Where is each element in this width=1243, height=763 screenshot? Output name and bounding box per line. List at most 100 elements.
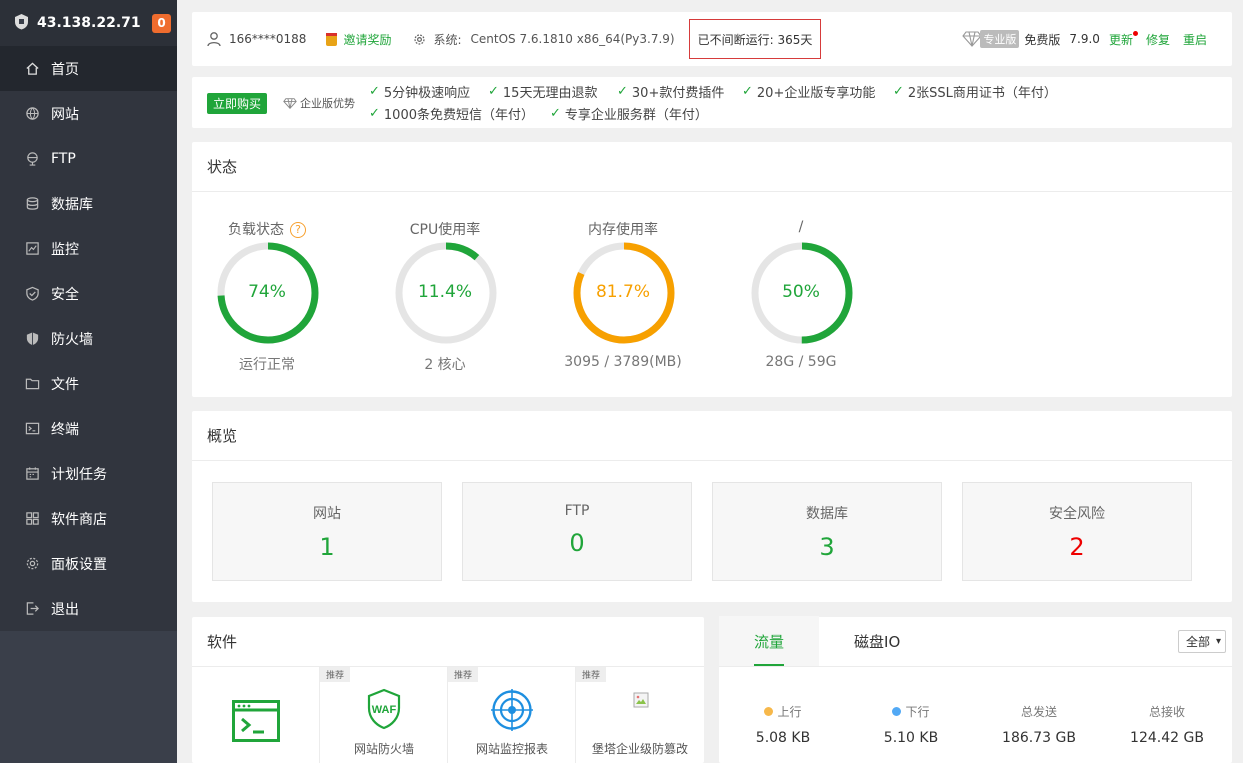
sidebar-menu: 首页 网站 FTP 数据库 监控 安全 防火墙 文件 终端 计划任务 软件商店 … [0,46,177,631]
ftp-icon [24,151,40,167]
invite-reward-link[interactable]: 邀请奖励 [326,31,391,48]
gauge-value: 81.7% [595,282,650,302]
sidebar-item-website[interactable]: 网站 [0,91,177,136]
software-item-waf[interactable]: 推荐 WAF 网站防火墙 [320,667,448,763]
stat-label: 下行 [847,703,975,720]
tab-disk-io[interactable]: 磁盘IO [819,616,935,666]
sidebar-item-logout[interactable]: 退出 [0,586,177,631]
overview-security-risks[interactable]: 安全风险 2 [962,482,1192,581]
logout-icon [24,601,40,617]
home-icon [24,61,40,77]
invite-label: 邀请奖励 [343,32,392,47]
sidebar-item-label: 防火墙 [51,331,93,348]
sidebar-item-firewall[interactable]: 防火墙 [0,316,177,361]
update-label: 更新 [1108,32,1133,47]
gauge-subtitle: 运行正常 [239,357,295,373]
user-icon [207,32,221,47]
system-value: CentOS 7.6.1810 x86_64(Py3.7.9) [470,32,675,46]
firewall-shield-icon [24,331,40,347]
feature-item: ✓ 专享企业服务群（年付） [550,104,708,123]
system-info: 系统: CentOS 7.6.1810 x86_64(Py3.7.9) [413,31,675,48]
restart-link[interactable]: 重启 [1183,31,1207,48]
sidebar-item-settings[interactable]: 面板设置 [0,541,177,586]
sidebar-header: 43.138.22.71 0 [0,0,177,46]
select-value: 全部 [1185,635,1210,649]
check-icon: ✓ [488,84,499,99]
sidebar-item-database[interactable]: 数据库 [0,181,177,226]
sidebar-item-label: 终端 [51,421,79,438]
check-icon: ✓ [893,84,904,99]
gauge-value: 74% [248,282,286,302]
sidebar-item-home[interactable]: 首页 [0,46,177,91]
stat-label-text: 下行 [905,705,930,719]
gauge-subtitle: 3095 / 3789(MB) [564,354,682,370]
repair-link[interactable]: 修复 [1146,31,1170,48]
pro-edition-tag[interactable]: 专业版 [962,30,1020,48]
upload-dot [764,707,774,716]
feature-label: 5分钟极速响应 [383,86,471,101]
traffic-card: 流量 磁盘IO 全部 ▾ 上行 5.08 KB 下行 5.10 KB 总发送 18… [719,616,1232,763]
feature-item: ✓ 2张SSL商用证书（年付） [893,82,1057,101]
overview-label: FTP [564,503,590,519]
recommend-tag: 推荐 [448,667,479,682]
feature-label: 20+企业版专享功能 [756,86,876,101]
feature-item: ✓ 5分钟极速响应 [369,82,470,101]
gear-icon [24,556,40,572]
sidebar-item-store[interactable]: 软件商店 [0,496,177,541]
waf-shield-icon: WAF [367,688,401,730]
gauge-subtitle: 28G / 59G [765,354,837,370]
software-item-terminal[interactable] [192,667,320,763]
feature-label: 30+款付费插件 [631,86,725,101]
system-label: 系统: [433,32,462,47]
feature-label: 15天无理由退款 [502,86,598,101]
sidebar-item-cron[interactable]: 计划任务 [0,451,177,496]
gift-icon [326,32,338,46]
check-icon: ✓ [742,84,753,99]
sidebar-item-files[interactable]: 文件 [0,361,177,406]
check-icon: ✓ [369,84,380,99]
notification-badge[interactable]: 0 [152,13,171,33]
sidebar-item-ftp[interactable]: FTP [0,136,177,181]
software-item-monitor-report[interactable]: 推荐 网站监控报表 [448,667,576,763]
sidebar-item-terminal[interactable]: 终端 [0,406,177,451]
interface-select[interactable]: 全部 ▾ [1177,630,1226,653]
overview-websites[interactable]: 网站 1 [212,482,442,581]
radar-target-icon [491,689,533,731]
feature-label: 专享企业服务群（年付） [564,108,708,123]
total-received-stat: 总接收 124.42 GB [1103,703,1231,746]
feature-label: 1000条免费短信（年付） [383,108,534,123]
software-name: 网站防火墙 [353,742,414,756]
buy-now-button[interactable]: 立即购买 [207,93,268,114]
overview-ftp[interactable]: FTP 0 [462,482,692,581]
software-card: 软件 推荐 WAF 网站防火墙 推荐 网站监控报表 推荐 堡塔企业级防篡改 [192,617,704,763]
upload-stat: 上行 5.08 KB [719,703,847,746]
traffic-tabs: 流量 磁盘IO 全部 ▾ [719,616,1232,667]
sidebar-item-label: 文件 [51,376,79,393]
software-item-tamper-proof[interactable]: 推荐 堡塔企业级防篡改 [576,667,704,763]
sidebar-item-label: 面板设置 [51,556,107,573]
calendar-icon [24,466,40,482]
download-dot [892,707,902,716]
server-logo-icon [13,13,30,34]
folder-icon [24,376,40,392]
download-stat: 下行 5.10 KB [847,703,975,746]
check-icon: ✓ [550,106,561,121]
version-controls: 专业版 免费版 7.9.0 更新 修复 重启 [962,30,1207,48]
terminal-icon [24,421,40,437]
overview-count: 0 [569,529,585,557]
help-icon[interactable]: ? [290,221,306,238]
diamond-icon [962,31,983,47]
user-account[interactable]: 166****0188 [206,31,306,47]
overview-label: 数据库 [806,506,848,522]
enterprise-label: 企业版优势 [300,97,355,110]
sidebar-item-security[interactable]: 安全 [0,271,177,316]
stat-value: 5.10 KB [883,730,939,746]
overview-databases[interactable]: 数据库 3 [712,482,942,581]
update-link[interactable]: 更新 [1108,30,1138,48]
overview-label: 网站 [313,506,341,522]
recommend-tag: 推荐 [320,667,351,682]
svg-text:WAF: WAF [372,704,397,716]
tab-traffic[interactable]: 流量 [719,616,820,666]
enterprise-promo-bar: 立即购买 企业版优势 ✓ 5分钟极速响应 ✓ 15天无理由退款 ✓ 30+款付费插件 … [192,77,1232,128]
sidebar-item-monitor[interactable]: 监控 [0,226,177,271]
